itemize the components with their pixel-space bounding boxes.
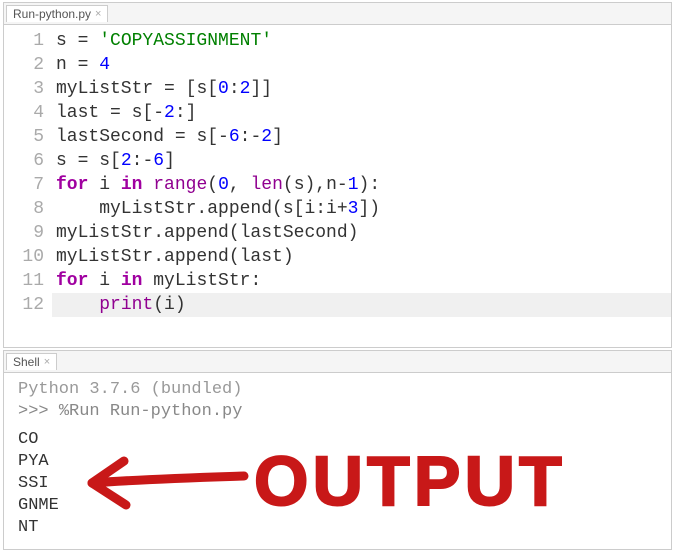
editor-tab-label: Run-python.py: [13, 7, 91, 21]
line-number: 11: [4, 269, 44, 293]
code-line[interactable]: print(i): [52, 293, 671, 317]
code-line[interactable]: myListStr.append(lastSecond): [56, 223, 358, 243]
code-line[interactable]: s = s[2:-6]: [56, 151, 175, 171]
shell-tab-label: Shell: [13, 355, 40, 369]
shell-body[interactable]: Python 3.7.6 (bundled) >>> %Run Run-pyth…: [4, 373, 671, 549]
line-number: 6: [4, 149, 44, 173]
code-line[interactable]: s = 'COPYASSIGNMENT': [56, 31, 272, 51]
line-number: 7: [4, 173, 44, 197]
shell-output-line: NT: [18, 517, 661, 539]
code-area[interactable]: s = 'COPYASSIGNMENT' n = 4 myListStr = [s[…: [56, 29, 671, 341]
close-icon[interactable]: ×: [44, 356, 50, 368]
shell-output-line: SSI: [18, 473, 661, 495]
shell-tab[interactable]: Shell ×: [6, 353, 57, 370]
editor-tab[interactable]: Run-python.py ×: [6, 5, 108, 22]
code-line[interactable]: myListStr.append(s[i:i+3]): [56, 199, 380, 219]
line-number: 10: [4, 245, 44, 269]
code-line[interactable]: myListStr = [s[0:2]]: [56, 79, 272, 99]
code-line[interactable]: myListStr.append(last): [56, 247, 294, 267]
code-line[interactable]: lastSecond = s[-6:-2]: [56, 127, 283, 147]
shell-output-line: GNME: [18, 495, 661, 517]
close-icon[interactable]: ×: [95, 8, 101, 20]
line-number: 12: [4, 293, 44, 317]
shell-output: COPYASSIGNMENT: [18, 429, 661, 539]
shell-output-line: CO: [18, 429, 661, 451]
shell-command: %Run Run-python.py: [59, 402, 243, 421]
code-line[interactable]: n = 4: [56, 55, 110, 75]
shell-pane: Shell × Python 3.7.6 (bundled) >>> %Run …: [3, 350, 672, 550]
line-number: 3: [4, 77, 44, 101]
shell-prompt: >>>: [18, 402, 59, 421]
line-number-gutter: 123456789101112: [4, 29, 56, 341]
line-number: 2: [4, 53, 44, 77]
editor-tab-bar: Run-python.py ×: [4, 3, 671, 25]
line-number: 9: [4, 221, 44, 245]
shell-version-line: Python 3.7.6 (bundled): [18, 379, 661, 401]
shell-tab-bar: Shell ×: [4, 351, 671, 373]
line-number: 4: [4, 101, 44, 125]
editor-body[interactable]: 123456789101112 s = 'COPYASSIGNMENT'n = …: [4, 25, 671, 347]
code-line[interactable]: for i in range(0, len(s),n-1):: [56, 175, 380, 195]
code-line[interactable]: for i in myListStr:: [56, 271, 261, 291]
line-number: 1: [4, 29, 44, 53]
shell-command-line: >>> %Run Run-python.py: [18, 401, 661, 423]
code-line[interactable]: last = s[-2:]: [56, 103, 196, 123]
editor-pane: Run-python.py × 123456789101112 s = 'COP…: [3, 2, 672, 348]
shell-output-line: PYA: [18, 451, 661, 473]
line-number: 8: [4, 197, 44, 221]
line-number: 5: [4, 125, 44, 149]
